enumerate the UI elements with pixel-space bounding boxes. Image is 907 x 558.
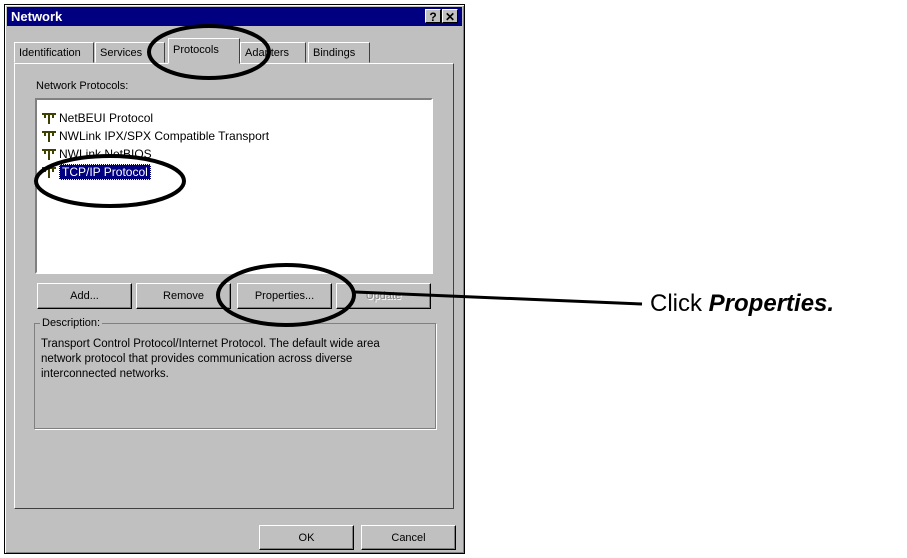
update-button[interactable]: Update [336, 283, 431, 309]
callout-emphasis: Properties. [708, 290, 835, 317]
list-item[interactable]: NWLink IPX/SPX Compatible Transport [41, 128, 269, 145]
network-protocols-label: Network Protocols: [36, 80, 129, 92]
description-label: Description: [40, 317, 103, 329]
callout-text: Click Properties. [650, 290, 834, 318]
tab-adapters[interactable]: Adapters [240, 42, 306, 63]
tab-services[interactable]: Services [95, 42, 165, 63]
network-protocol-icon [42, 148, 56, 160]
ok-button[interactable]: OK [259, 525, 354, 550]
properties-button[interactable]: Properties... [237, 283, 332, 309]
description-text: Transport Control Protocol/Internet Prot… [41, 338, 380, 380]
protocol-list[interactable]: NetBEUI Protocol NWLink IPX/SPX Compatib… [35, 98, 433, 274]
remove-button[interactable]: Remove [136, 283, 231, 309]
add-button[interactable]: Add... [37, 283, 132, 309]
tab-identification[interactable]: Identification [14, 42, 94, 63]
tab-bindings[interactable]: Bindings [308, 42, 370, 63]
title-bar[interactable]: Network ? ✕ [7, 7, 462, 26]
network-protocol-icon [42, 112, 56, 124]
close-button[interactable]: ✕ [442, 9, 458, 24]
list-item-label: NWLink NetBIOS [59, 147, 152, 161]
list-item-label: NWLink IPX/SPX Compatible Transport [59, 129, 270, 143]
tab-protocols[interactable]: Protocols [168, 38, 240, 64]
network-protocol-icon [42, 166, 56, 178]
cancel-button[interactable]: Cancel [361, 525, 456, 550]
window-title: Network [11, 9, 63, 24]
callout-prefix: Click [650, 290, 709, 317]
list-item[interactable]: NetBEUI Protocol [41, 110, 153, 127]
list-item-label: TCP/IP Protocol [59, 164, 151, 180]
help-button[interactable]: ? [425, 9, 441, 24]
list-item-selected[interactable]: TCP/IP Protocol [41, 164, 151, 181]
list-item[interactable]: NWLink NetBIOS [41, 146, 152, 163]
list-item-label: NetBEUI Protocol [59, 111, 154, 125]
network-protocol-icon [42, 130, 56, 142]
